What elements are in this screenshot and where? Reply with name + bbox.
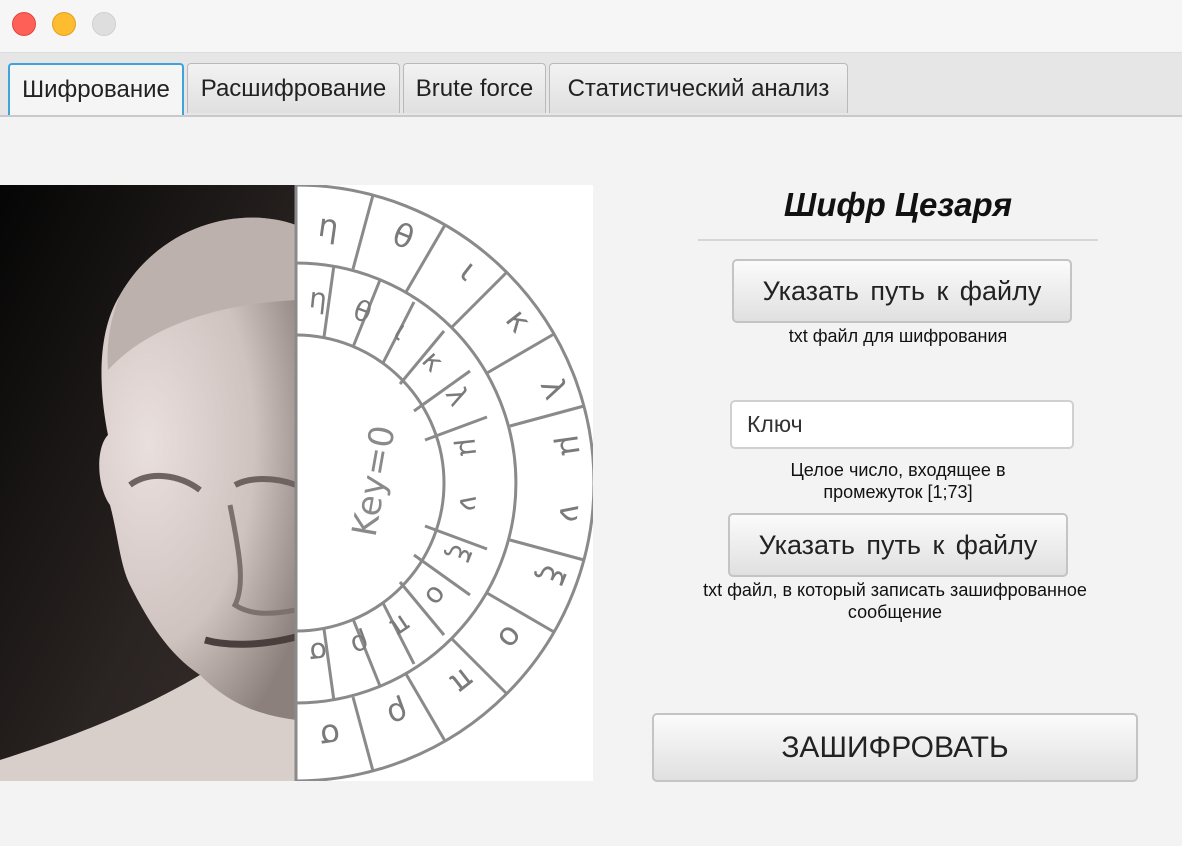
inner-ring-letter: μ: [452, 436, 487, 457]
tab-bar: Шифрование Расшифрование Brute force Ста…: [0, 53, 1182, 117]
output-file-hint: txt файл, в который записать зашифрованн…: [650, 579, 1140, 623]
key-hint: Целое число, входящее в промежуток [1;73…: [698, 459, 1098, 503]
input-file-hint: txt файл для шифрования: [788, 326, 1008, 346]
inner-ring-letter: η: [308, 281, 329, 316]
key-hint-line1: Целое число, входящее в: [790, 460, 1006, 480]
choose-input-file-button[interactable]: Указать путь к файлу: [732, 259, 1072, 323]
inner-ring-letter: σ: [308, 635, 329, 670]
zoom-window-button[interactable]: [92, 12, 116, 36]
output-file-hint-line2: сообщение: [847, 602, 943, 622]
close-window-button[interactable]: [12, 12, 36, 36]
bust-photo: [0, 185, 298, 781]
window-titlebar: [0, 0, 1182, 53]
tab-encryption[interactable]: Шифрование: [8, 63, 184, 115]
choose-output-file-button[interactable]: Указать путь к файлу: [728, 513, 1068, 577]
cipher-wheel: η θ ι κ λ μ ν ξ ο π ρ σ η θ ι κ λ μ ν ξ …: [294, 185, 593, 781]
title-separator: [698, 239, 1098, 241]
caesar-cipher-illustration: η θ ι κ λ μ ν ξ ο π ρ σ η θ ι κ λ μ ν ξ …: [0, 185, 593, 781]
tab-statistical-analysis[interactable]: Статистический анализ: [549, 63, 848, 113]
encrypt-button[interactable]: ЗАШИФРОВАТЬ: [652, 713, 1138, 782]
tab-brute-force[interactable]: Brute force: [403, 63, 546, 113]
tab-decryption[interactable]: Расшифрование: [187, 63, 400, 113]
key-hint-line2: промежуток [1;73]: [823, 482, 973, 502]
page-title: Шифр Цезаря: [783, 186, 1013, 223]
minimize-window-button[interactable]: [52, 12, 76, 36]
output-file-hint-line1: txt файл, в который записать зашифрованн…: [703, 580, 1087, 600]
key-input[interactable]: [730, 400, 1074, 449]
